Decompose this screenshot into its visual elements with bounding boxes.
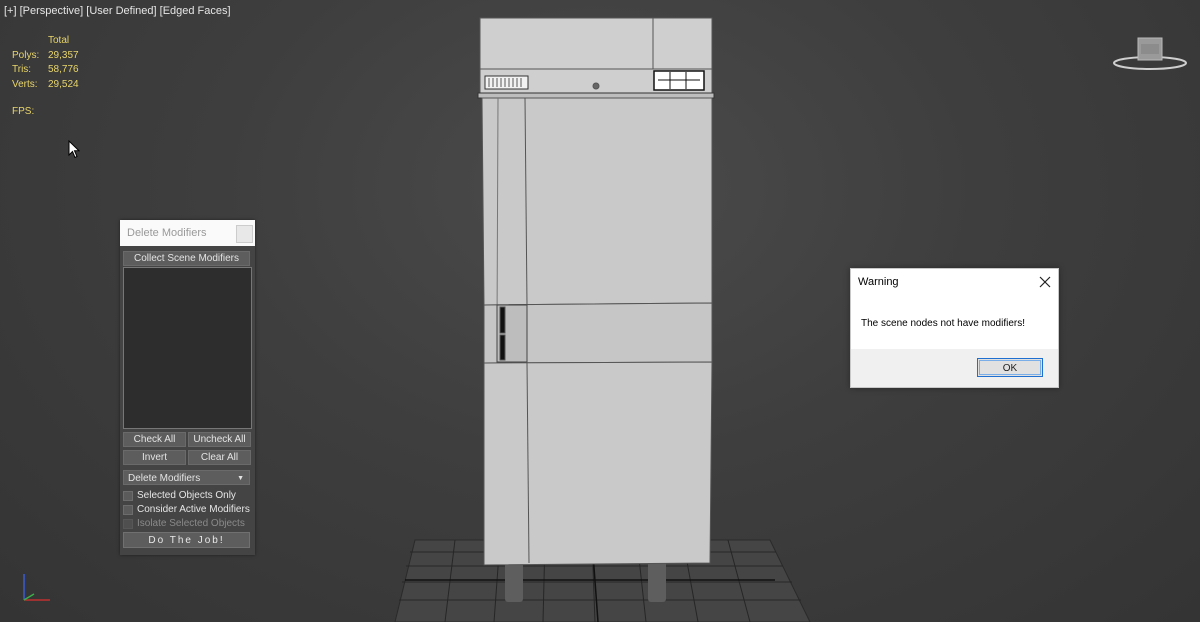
stats-row: Tris: 58,776 bbox=[12, 64, 79, 75]
arrow-cursor-icon bbox=[68, 140, 81, 159]
isolate-selected-objects-checkbox: Isolate Selected Objects bbox=[123, 518, 245, 529]
checkbox-label: Selected Objects Only bbox=[137, 490, 236, 501]
collect-scene-modifiers-button[interactable]: Collect Scene Modifiers bbox=[123, 251, 250, 266]
checkbox-box bbox=[123, 518, 133, 529]
warning-dialog: Warning The scene nodes not have modifie… bbox=[850, 268, 1059, 388]
delete-modifiers-panel: Delete Modifiers Collect Scene Modifiers… bbox=[120, 220, 255, 555]
mode-dropdown-value: Delete Modifiers bbox=[128, 473, 201, 484]
stats-row: Polys: 29,357 bbox=[12, 49, 79, 61]
refrigerator-model[interactable] bbox=[477, 17, 715, 566]
viewport-display-menu[interactable]: [Edged Faces] bbox=[160, 5, 231, 17]
checkbox-label: Consider Active Modifiers bbox=[137, 504, 250, 515]
checkbox-label: Isolate Selected Objects bbox=[137, 518, 245, 529]
warning-titlebar[interactable]: Warning bbox=[851, 269, 1058, 296]
viewport-shading-menu[interactable]: [User Defined] bbox=[86, 5, 156, 17]
ok-button[interactable]: OK bbox=[977, 358, 1043, 377]
viewport-pov-menu[interactable]: [Perspective] bbox=[20, 5, 84, 17]
stats-row: Verts: 29,524 bbox=[12, 78, 79, 90]
check-all-button[interactable]: Check All bbox=[123, 432, 186, 447]
warning-message: The scene nodes not have modifiers! bbox=[851, 296, 1058, 349]
viewport-plus-menu[interactable]: [+] bbox=[4, 5, 17, 17]
close-x-icon[interactable] bbox=[1038, 275, 1052, 289]
uncheck-all-button[interactable]: Uncheck All bbox=[188, 432, 251, 447]
mode-dropdown[interactable]: Delete Modifiers ▼ bbox=[123, 470, 250, 485]
axis-tripod-icon bbox=[23, 574, 50, 601]
consider-active-modifiers-checkbox[interactable]: Consider Active Modifiers bbox=[123, 504, 250, 515]
dropdown-arrow-icon: ▼ bbox=[237, 475, 244, 482]
checkbox-box[interactable] bbox=[123, 504, 133, 515]
stats-header: Total bbox=[48, 35, 70, 46]
viewcube-icon[interactable] bbox=[1112, 34, 1188, 74]
delete-modifiers-titlebar[interactable]: Delete Modifiers bbox=[120, 220, 255, 246]
scene-statistics: Total Polys: 29,357 Tris: 58,776 Verts: … bbox=[12, 34, 98, 92]
delete-modifiers-title: Delete Modifiers bbox=[127, 227, 207, 239]
modifiers-listbox[interactable] bbox=[123, 267, 252, 429]
invert-button[interactable]: Invert bbox=[123, 450, 186, 465]
panel-close-button[interactable] bbox=[236, 225, 253, 243]
checkbox-box[interactable] bbox=[123, 490, 133, 501]
do-the-job-button[interactable]: Do The Job! bbox=[123, 532, 250, 548]
fps-label: FPS: bbox=[12, 106, 35, 117]
clear-all-button[interactable]: Clear All bbox=[188, 450, 251, 465]
selected-objects-only-checkbox[interactable]: Selected Objects Only bbox=[123, 490, 236, 501]
viewport-label-menu[interactable]: [+] [Perspective] [User Defined] [Edged … bbox=[4, 5, 231, 17]
warning-title: Warning bbox=[858, 276, 899, 288]
